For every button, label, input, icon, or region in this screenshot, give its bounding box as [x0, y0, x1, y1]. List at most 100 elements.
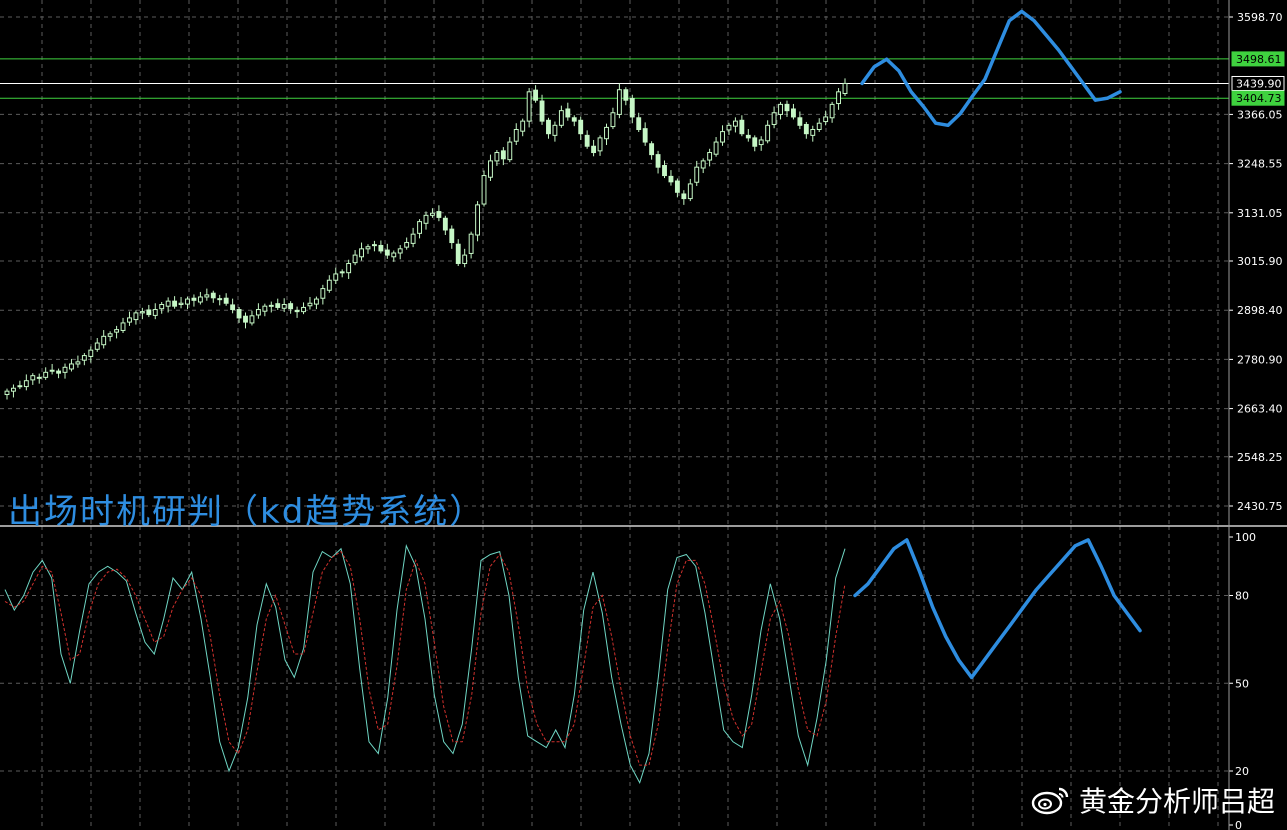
candle-body — [816, 122, 822, 130]
candle-body — [11, 387, 16, 392]
candle-body — [152, 309, 158, 316]
candle-body — [172, 300, 178, 307]
candle-body — [410, 233, 416, 244]
candle-body — [629, 98, 635, 118]
candle-body — [623, 89, 629, 101]
candle-body — [842, 82, 848, 94]
price-tick-label: 3248.55 — [1237, 158, 1283, 171]
candle-body — [120, 322, 126, 331]
candle-body — [62, 366, 68, 373]
candle-body — [223, 297, 229, 304]
candle-body — [616, 89, 622, 115]
candle-body — [726, 124, 732, 131]
candle-body — [739, 119, 745, 135]
candle-body — [758, 139, 764, 146]
candle-body — [436, 211, 442, 218]
candle — [481, 170, 487, 207]
candle-body — [694, 166, 700, 183]
price-tick-label: 2548.25 — [1237, 451, 1283, 464]
watermark: 黄金分析师吕超 — [1031, 780, 1275, 820]
candle-body — [745, 134, 751, 139]
candle-body — [713, 141, 719, 155]
candle-body — [765, 124, 771, 142]
candle-body — [275, 303, 281, 308]
candle-body — [133, 312, 139, 321]
candle-body — [262, 305, 268, 312]
candle-body — [268, 304, 274, 307]
candle-body — [784, 103, 790, 112]
candle-body — [146, 309, 152, 316]
candle-body — [204, 294, 210, 298]
candle-body — [546, 119, 551, 135]
candle-body — [185, 298, 190, 305]
price-tick-label: 2663.40 — [1237, 403, 1283, 416]
candle-body — [417, 221, 422, 234]
candle-body — [649, 143, 655, 156]
candle-body — [365, 246, 371, 250]
candle-body — [462, 254, 468, 264]
candle-body — [249, 315, 255, 324]
candle-body — [114, 329, 120, 333]
candle-body — [30, 375, 36, 381]
price-label-value: 3439.90 — [1236, 77, 1282, 90]
price-tick-label: 2430.75 — [1237, 500, 1283, 513]
candle-body — [23, 380, 29, 388]
candle-body — [281, 304, 287, 309]
candle-body — [668, 175, 674, 183]
candle — [475, 201, 481, 242]
candle-body — [810, 128, 816, 136]
watermark-text: 黄金分析师吕超 — [1078, 785, 1275, 818]
candle-body — [790, 108, 796, 118]
candle-body — [591, 145, 597, 154]
candle-body — [69, 363, 74, 370]
candle-body — [584, 134, 590, 147]
candle-body — [320, 288, 326, 299]
candle-body — [513, 128, 519, 142]
candle-body — [346, 262, 352, 274]
candle-body — [558, 110, 564, 126]
candle-body — [578, 119, 584, 135]
price-label-value: 3404.73 — [1236, 92, 1282, 105]
candle-body — [49, 369, 55, 372]
candle-body — [197, 296, 203, 303]
candle-body — [494, 152, 500, 162]
candle-body — [210, 292, 216, 299]
price-label-value: 3498.61 — [1236, 53, 1282, 66]
candle-body — [662, 165, 667, 177]
candle-body — [313, 298, 319, 305]
candle-body — [488, 160, 493, 178]
candle-body — [481, 175, 487, 205]
candle-body — [384, 249, 390, 256]
candle-body — [552, 124, 558, 136]
candle-body — [674, 180, 680, 193]
candle-body — [359, 248, 364, 258]
candle-body — [475, 204, 481, 236]
oscillator-tick-label: 80 — [1235, 590, 1249, 603]
candle-body — [397, 248, 403, 254]
candle-body — [442, 217, 448, 231]
candle-body — [778, 103, 783, 115]
candle-body — [642, 128, 648, 143]
candle-body — [217, 298, 223, 301]
candle-body — [655, 154, 661, 168]
candle-body — [533, 89, 539, 101]
candle-body — [127, 317, 132, 323]
candle-body — [829, 103, 835, 119]
candle-body — [159, 304, 165, 310]
candle-body — [307, 302, 313, 307]
candle-body — [4, 390, 10, 396]
candle-body — [352, 254, 358, 264]
candle-body — [139, 311, 145, 314]
candle-body — [178, 302, 184, 306]
candle-body — [56, 370, 62, 374]
price-tick-label: 2780.90 — [1237, 353, 1283, 366]
candle-body — [36, 376, 42, 379]
candle-body — [236, 309, 242, 319]
candle-body — [404, 242, 410, 248]
candle-body — [17, 385, 23, 388]
candle-body — [191, 297, 197, 301]
candle-body — [836, 91, 841, 105]
candle-body — [391, 252, 397, 258]
candle-body — [301, 306, 306, 313]
candle-body — [333, 273, 339, 281]
